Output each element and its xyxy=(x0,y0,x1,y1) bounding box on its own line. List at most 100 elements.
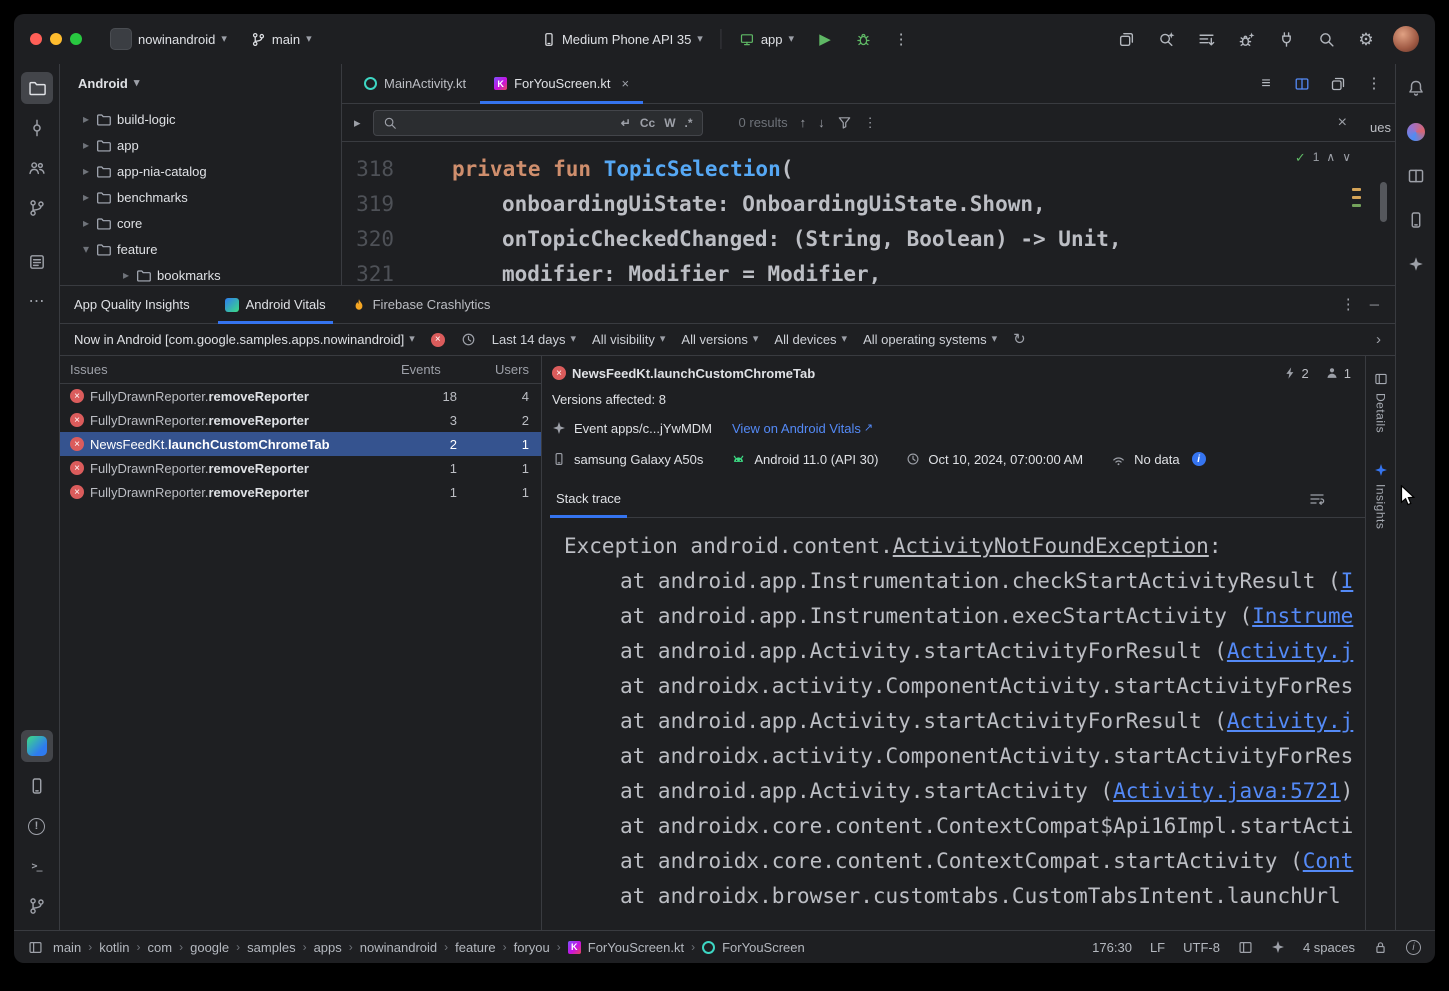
inspections-widget[interactable]: ✓ 1 ∧ ∨ xyxy=(1295,150,1351,164)
scroll-filters-right-icon[interactable]: › xyxy=(1376,332,1381,347)
project-selector[interactable]: nowinandroid ▾ xyxy=(104,24,233,54)
file-encoding[interactable]: UTF-8 xyxy=(1183,940,1220,955)
line-number[interactable]: 321 xyxy=(342,257,394,285)
ai-search-icon[interactable] xyxy=(1153,26,1179,52)
ai-spark-icon[interactable] xyxy=(1271,940,1285,954)
line-number[interactable]: 318 xyxy=(342,152,394,187)
stack-frame[interactable]: at android.app.Instrumentation.execStart… xyxy=(564,599,1365,634)
stack-frame[interactable]: at android.app.Activity.startActivity (A… xyxy=(564,774,1365,809)
tab-mainactivity[interactable]: MainActivity.kt xyxy=(350,64,480,103)
view-on-android-vitals-link[interactable]: View on Android Vitals ↗ xyxy=(732,421,873,436)
commit-tool-button[interactable] xyxy=(21,112,53,144)
lock-icon[interactable] xyxy=(1373,940,1388,955)
notifications-tool-button[interactable] xyxy=(1400,72,1432,104)
side-tab-details[interactable]: Details xyxy=(1374,372,1388,433)
gemini-tool-button[interactable] xyxy=(1400,116,1432,148)
update-list-icon[interactable] xyxy=(1193,26,1219,52)
settings-gear-icon[interactable]: ⚙ xyxy=(1353,26,1379,52)
ai-debug-icon[interactable] xyxy=(1233,26,1259,52)
close-find-bar-icon[interactable]: × xyxy=(1338,115,1347,131)
split-editor-icon[interactable] xyxy=(1289,71,1315,97)
close-window-button[interactable] xyxy=(30,33,42,45)
stack-frame[interactable]: at androidx.activity.ComponentActivity.s… xyxy=(564,739,1365,774)
close-tab-icon[interactable]: × xyxy=(621,77,629,90)
stack-frame[interactable]: at android.app.Activity.startActivityFor… xyxy=(564,704,1365,739)
project-view-selector[interactable]: Android ▾ xyxy=(60,64,341,102)
plugin-icon[interactable] xyxy=(1273,26,1299,52)
minimize-panel-icon[interactable]: ─ xyxy=(1370,298,1379,311)
side-tab-insights[interactable]: Insights xyxy=(1374,463,1388,529)
editor-layout-icon[interactable] xyxy=(1238,940,1253,955)
stack-frame[interactable]: at androidx.browser.customtabs.CustomTab… xyxy=(564,879,1365,914)
next-problem-icon[interactable]: ∨ xyxy=(1342,151,1351,163)
minimize-window-button[interactable] xyxy=(50,33,62,45)
issue-row-selected[interactable]: NewsFeedKt.launchCustomChromeTab 2 1 xyxy=(60,432,541,456)
search-everywhere-icon[interactable] xyxy=(1313,26,1339,52)
issue-row[interactable]: FullyDrawnReporter.removeReporter 1 1 xyxy=(60,480,541,504)
user-avatar[interactable] xyxy=(1393,26,1419,52)
tree-item-bookmarks[interactable]: ▸ bookmarks xyxy=(60,262,341,285)
device-explorer-tool-button[interactable] xyxy=(21,246,53,278)
stack-frame[interactable]: at androidx.core.content.ContextCompat.s… xyxy=(564,844,1365,879)
running-devices-tool-button[interactable] xyxy=(1400,160,1432,192)
problems-tool-button[interactable]: ! xyxy=(21,810,53,842)
stack-frame[interactable]: at androidx.core.content.ContextCompat$A… xyxy=(564,809,1365,844)
tree-item-app[interactable]: ▸ app xyxy=(60,132,341,158)
device-selector[interactable]: Medium Phone API 35 ▾ xyxy=(535,28,709,51)
stack-frame[interactable]: at androidx.activity.ComponentActivity.s… xyxy=(564,669,1365,704)
tab-foryouscreen[interactable]: ForYouScreen.kt × xyxy=(480,64,643,103)
line-separator[interactable]: LF xyxy=(1150,940,1165,955)
breadcrumb-file[interactable]: ForYouScreen.kt xyxy=(588,940,684,955)
breadcrumb[interactable]: nowinandroid xyxy=(360,940,437,955)
info-icon[interactable] xyxy=(1406,940,1421,955)
match-case-toggle[interactable]: Cc xyxy=(640,116,655,130)
editor-scrollbar[interactable] xyxy=(1380,182,1387,222)
breadcrumb[interactable]: foryou xyxy=(514,940,550,955)
find-input[interactable] xyxy=(406,115,612,130)
app-filter[interactable]: Now in Android [com.google.samples.apps.… xyxy=(74,332,415,347)
breadcrumb[interactable]: apps xyxy=(314,940,342,955)
stack-frame[interactable]: Exception android.content.ActivityNotFou… xyxy=(564,529,1365,564)
line-number[interactable]: 320 xyxy=(342,222,394,257)
tab-stack-trace[interactable]: Stack trace xyxy=(550,480,627,517)
devices-filter[interactable]: All devices ▾ xyxy=(774,332,847,347)
more-run-options-button[interactable]: ⋮ xyxy=(888,26,914,52)
breadcrumb[interactable]: main xyxy=(53,940,81,955)
stack-frame[interactable]: at android.app.Activity.startActivityFor… xyxy=(564,634,1365,669)
debug-button[interactable] xyxy=(850,26,876,52)
breadcrumb[interactable]: feature xyxy=(455,940,495,955)
previous-match-icon[interactable]: ↑ xyxy=(800,116,807,129)
soft-wrap-icon[interactable] xyxy=(1309,491,1325,507)
tab-android-vitals[interactable]: Android Vitals xyxy=(212,286,339,323)
pull-requests-tool-button[interactable] xyxy=(21,152,53,184)
editor-layout-icon[interactable] xyxy=(1325,71,1351,97)
caret-position[interactable]: 176:30 xyxy=(1092,940,1132,955)
find-field[interactable]: ↵ Cc W .* xyxy=(373,110,703,136)
issues-tab-partial-label[interactable]: ues xyxy=(1370,120,1391,135)
column-events[interactable]: Events xyxy=(401,362,457,377)
vcs-tool-button[interactable] xyxy=(21,192,53,224)
time-range-filter[interactable]: Last 14 days ▾ xyxy=(492,332,576,347)
refresh-icon[interactable]: ↻ xyxy=(1013,332,1026,347)
breadcrumb[interactable]: kotlin xyxy=(99,940,129,955)
visibility-filter[interactable]: All visibility ▾ xyxy=(592,332,665,347)
whole-words-toggle[interactable]: W xyxy=(664,116,675,130)
more-tool-windows-button[interactable]: ⋯ xyxy=(21,286,53,318)
more-editor-options-icon[interactable]: ⋮ xyxy=(1361,71,1387,97)
column-users[interactable]: Users xyxy=(457,362,529,377)
breadcrumb[interactable]: samples xyxy=(247,940,295,955)
tree-item-feature[interactable]: ▾ feature xyxy=(60,236,341,262)
tree-item-build-logic[interactable]: ▸ build-logic xyxy=(60,106,341,132)
ai-assistant-tool-button[interactable] xyxy=(1400,248,1432,280)
tree-item-benchmarks[interactable]: ▸ benchmarks xyxy=(60,184,341,210)
more-search-options-icon[interactable]: ⋮ xyxy=(864,116,877,129)
version-control-tool-button[interactable] xyxy=(21,890,53,922)
versions-filter[interactable]: All versions ▾ xyxy=(681,332,758,347)
regex-toggle[interactable]: .* xyxy=(685,116,693,130)
info-icon[interactable] xyxy=(1192,452,1206,466)
breadcrumb[interactable]: google xyxy=(190,940,229,955)
project-tool-button[interactable] xyxy=(21,72,53,104)
indent-setting[interactable]: 4 spaces xyxy=(1303,940,1355,955)
newline-icon[interactable]: ↵ xyxy=(621,117,631,129)
device-manager-tool-button[interactable] xyxy=(1400,204,1432,236)
